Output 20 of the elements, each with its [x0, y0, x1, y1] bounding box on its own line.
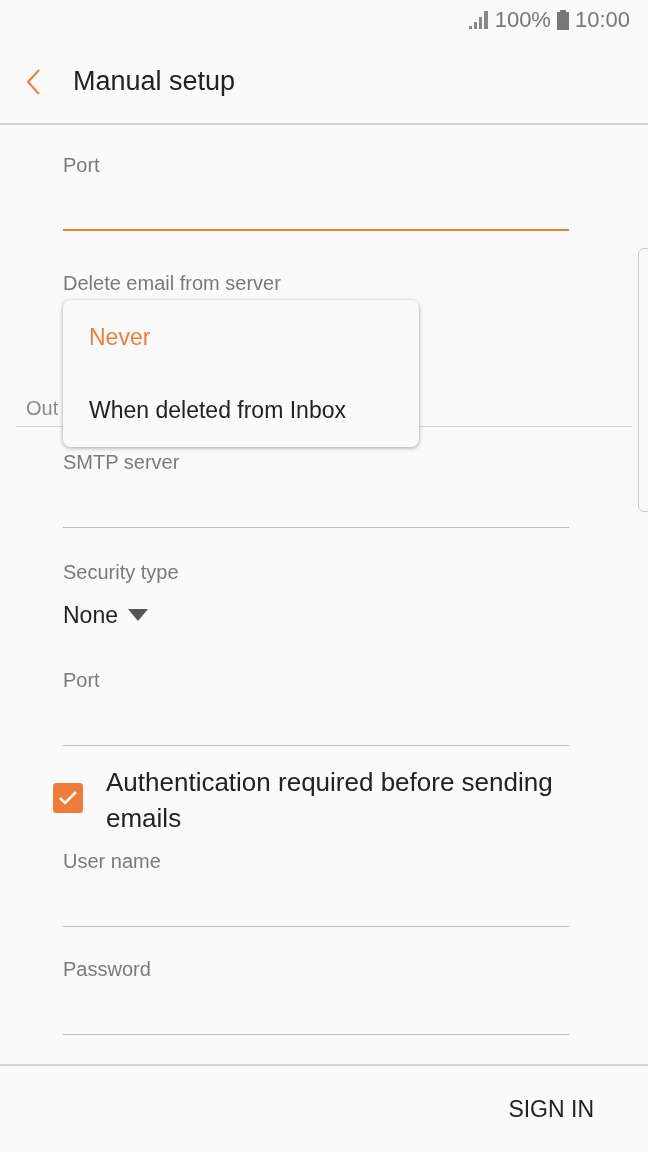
field-label: Security type	[63, 560, 180, 585]
sign-in-button[interactable]: SIGN IN	[508, 1091, 594, 1127]
field-label: Port	[63, 668, 101, 693]
checkbox[interactable]	[53, 783, 83, 813]
field-label: User name	[63, 849, 162, 874]
checkmark-icon	[58, 790, 78, 806]
status-time: 10:00	[574, 7, 630, 33]
menu-option[interactable]: When deleted from Inbox	[63, 390, 419, 431]
field-label: Password	[63, 957, 152, 982]
section-title: Out	[25, 396, 59, 421]
dropdown-triangle-icon	[128, 609, 148, 621]
battery-percentage: 100%	[494, 7, 551, 33]
battery-icon	[556, 10, 569, 30]
page-title: Manual setup	[73, 66, 236, 97]
checkbox-label: Authentication required before sending emails	[106, 766, 554, 835]
field-label: SMTP server	[63, 450, 181, 475]
signal-icon	[468, 11, 489, 29]
security-dropdown[interactable]: None	[63, 600, 148, 630]
field-label: Delete email from server	[63, 271, 282, 296]
field-label: Port	[63, 153, 101, 178]
